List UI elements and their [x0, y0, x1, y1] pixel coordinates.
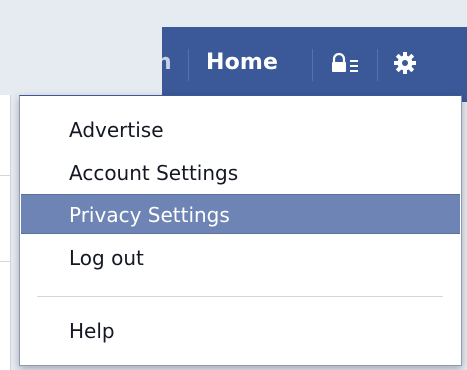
- top-navigation-bar: n Home: [162, 27, 467, 102]
- profile-link-partial[interactable]: n: [162, 47, 176, 79]
- home-link[interactable]: Home: [206, 47, 278, 79]
- profile-link-text: n: [162, 50, 172, 75]
- content-divider: [0, 175, 10, 176]
- nav-separator: [377, 49, 378, 81]
- menu-item-advertise[interactable]: Advertise: [21, 110, 460, 150]
- privacy-shortcuts-button[interactable]: [330, 51, 362, 75]
- gear-icon: [394, 52, 416, 74]
- account-settings-button[interactable]: [392, 50, 418, 76]
- nav-separator: [188, 49, 189, 81]
- menu-item-help[interactable]: Help: [21, 311, 460, 351]
- menu-item-privacy-settings[interactable]: Privacy Settings: [21, 194, 460, 234]
- menu-item-log-out[interactable]: Log out: [21, 238, 460, 278]
- menu-divider: [37, 296, 443, 297]
- nav-separator: [312, 49, 313, 81]
- page-content-edge: [0, 95, 11, 370]
- account-dropdown-menu: Advertise Account Settings Privacy Setti…: [19, 95, 462, 366]
- menu-item-account-settings[interactable]: Account Settings: [21, 153, 460, 193]
- privacy-shortcuts-icon: [332, 52, 358, 72]
- content-divider: [0, 261, 10, 262]
